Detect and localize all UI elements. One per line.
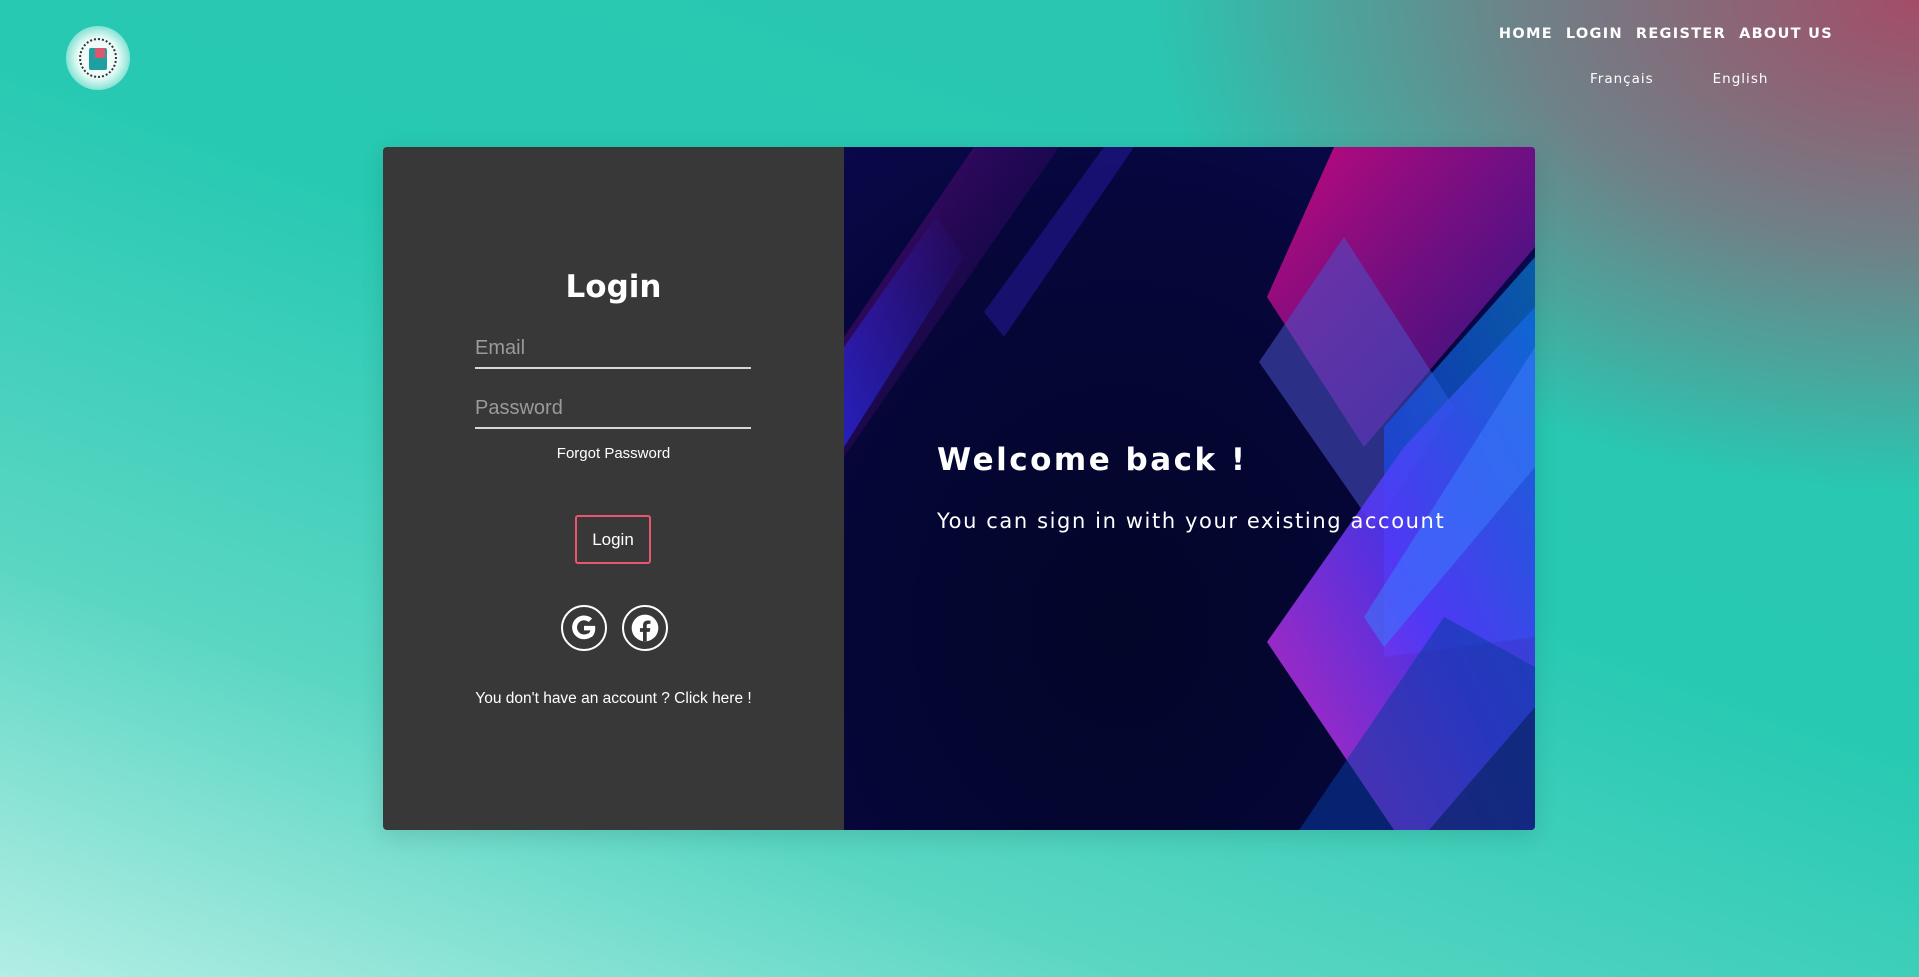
- abstract-background: [844, 147, 1535, 830]
- login-panel: Login Forgot Password Login You don't ha…: [383, 147, 844, 830]
- nav-login-link[interactable]: LOGIN: [1566, 26, 1623, 42]
- main-nav: HOME LOGIN REGISTER ABOUT US: [1499, 26, 1833, 42]
- email-field[interactable]: [475, 329, 751, 369]
- login-title: Login: [565, 269, 662, 305]
- google-login-button[interactable]: [561, 605, 607, 651]
- auth-card: Login Forgot Password Login You don't ha…: [383, 147, 1535, 830]
- nav-register-link[interactable]: REGISTER: [1636, 26, 1726, 42]
- welcome-subtitle: You can sign in with your existing accou…: [937, 509, 1446, 533]
- google-icon: [572, 615, 596, 640]
- language-switcher: Français English: [1590, 71, 1768, 87]
- social-login: [561, 605, 668, 651]
- app-logo[interactable]: [66, 26, 130, 90]
- facebook-icon: [631, 614, 659, 642]
- lang-french-link[interactable]: Français: [1590, 71, 1654, 87]
- welcome-heading: Welcome back !: [937, 442, 1248, 478]
- logo-mark: [79, 38, 117, 78]
- lang-english-link[interactable]: English: [1713, 71, 1769, 87]
- nav-home-link[interactable]: HOME: [1499, 26, 1553, 42]
- password-field[interactable]: [475, 389, 751, 429]
- facebook-login-button[interactable]: [622, 605, 668, 651]
- signup-link[interactable]: You don't have an account ? Click here !: [383, 690, 844, 708]
- welcome-panel: Welcome back ! You can sign in with your…: [844, 147, 1535, 830]
- nav-about-link[interactable]: ABOUT US: [1739, 26, 1833, 42]
- forgot-password-link[interactable]: Forgot Password: [383, 445, 844, 462]
- login-button[interactable]: Login: [575, 515, 651, 564]
